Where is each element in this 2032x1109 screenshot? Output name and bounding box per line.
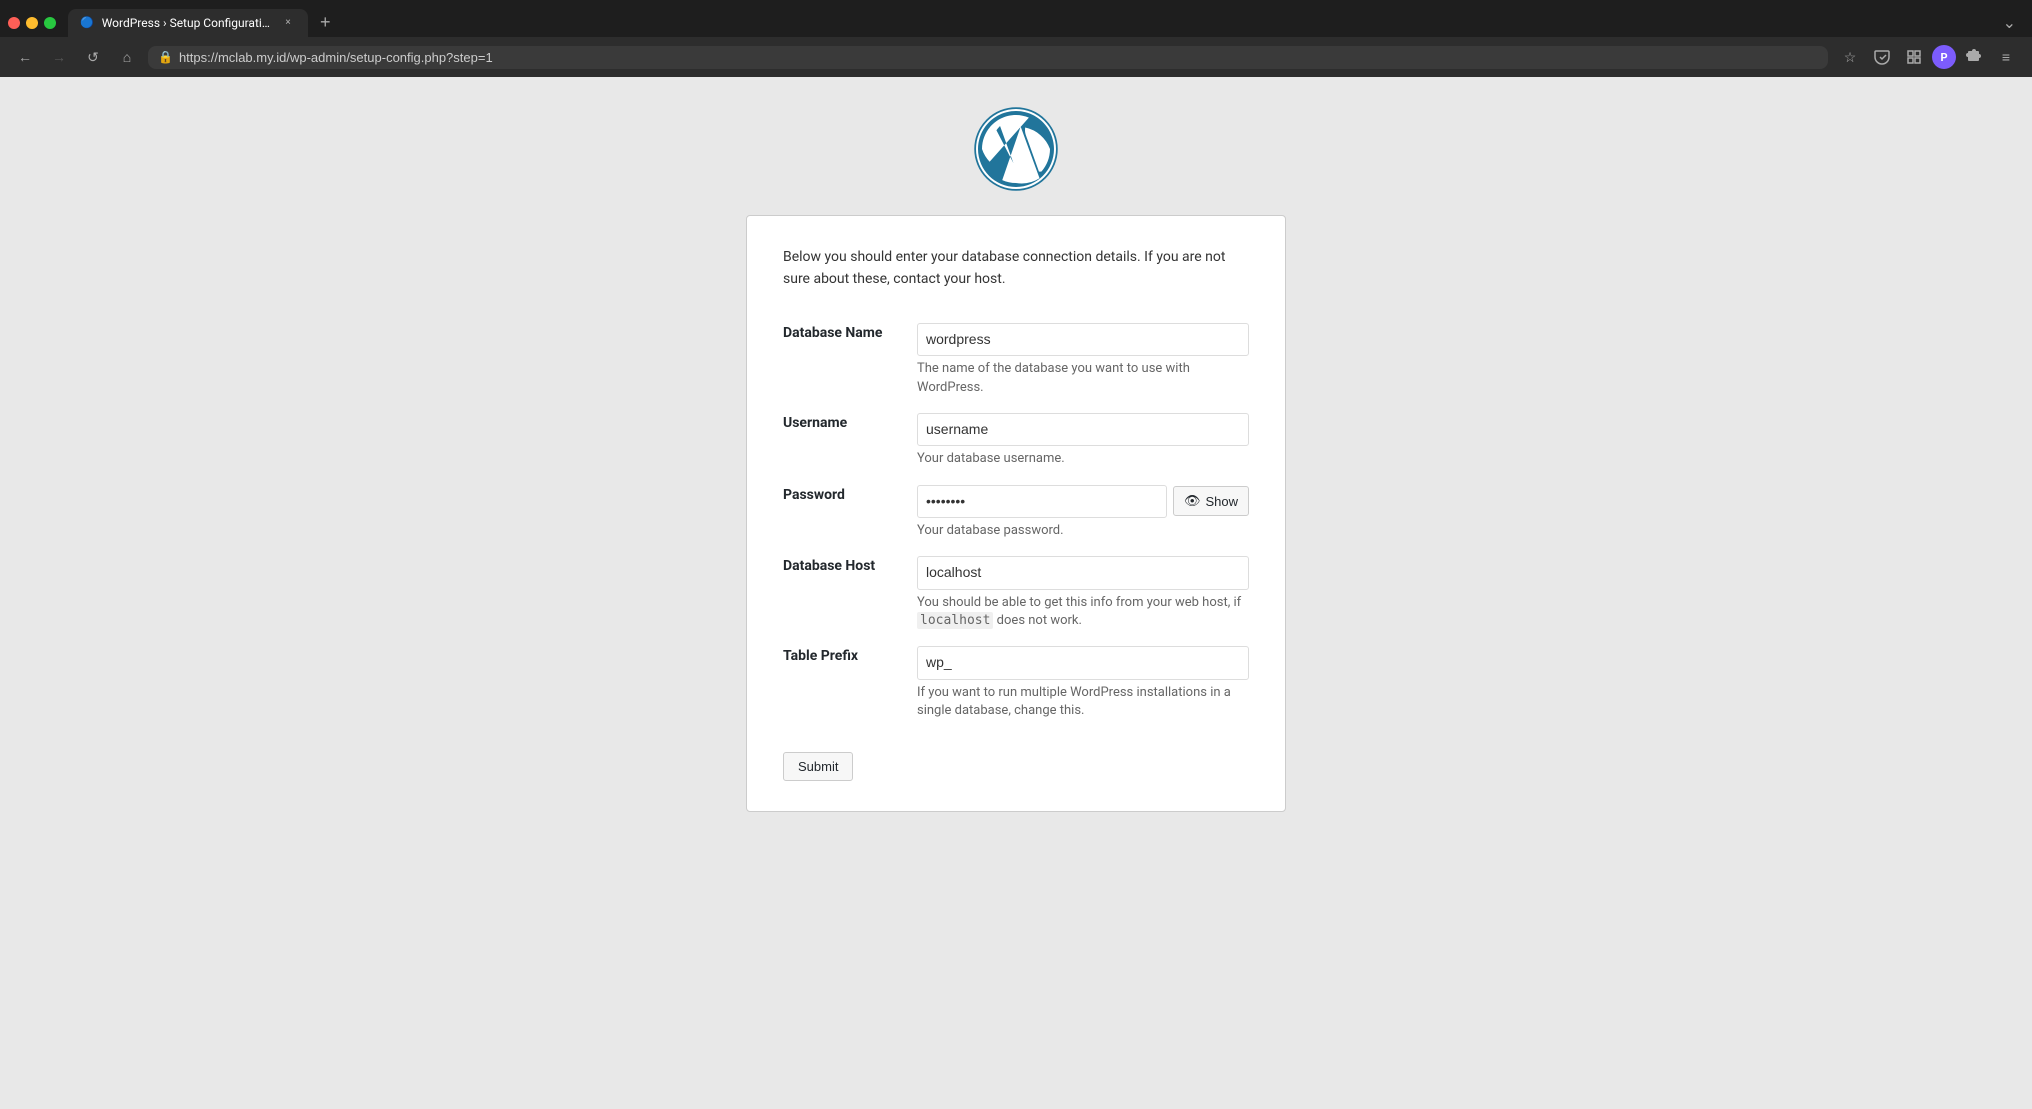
username-cell: Your database username. — [913, 405, 1249, 477]
url-input[interactable] — [179, 50, 1818, 65]
close-window-button[interactable] — [8, 17, 20, 29]
nav-actions: ☆ P ≡ — [1836, 43, 2020, 71]
profile-avatar[interactable]: P — [1932, 45, 1956, 69]
tab-title: WordPress › Setup Configuration Fi… — [102, 16, 272, 30]
forward-button: → — [46, 44, 72, 70]
fullscreen-window-button[interactable] — [44, 17, 56, 29]
db-host-input[interactable] — [917, 556, 1249, 590]
password-cell: 👁 Show Your database password. — [913, 477, 1249, 549]
menu-button[interactable]: ≡ — [1992, 43, 2020, 71]
reload-button[interactable]: ↺ — [80, 44, 106, 70]
submit-wrap: Submit — [783, 748, 1249, 781]
show-password-button[interactable]: 👁 Show — [1173, 486, 1249, 516]
form-container: Below you should enter your database con… — [746, 215, 1286, 812]
intro-text: Below you should enter your database con… — [783, 246, 1249, 291]
form-table: Database Name The name of the database y… — [783, 315, 1249, 728]
container-button[interactable] — [1900, 43, 1928, 71]
tab-favicon: 🔵 — [80, 16, 94, 29]
tab-overflow-button[interactable]: ⌄ — [1995, 9, 2024, 36]
browser-chrome: 🔵 WordPress › Setup Configuration Fi… × … — [0, 0, 2032, 77]
password-desc: Your database password. — [917, 522, 1249, 540]
password-input[interactable] — [917, 485, 1167, 519]
password-row: Password 👁 Show Your database — [783, 477, 1249, 549]
eye-icon: 👁 — [1184, 493, 1201, 509]
wordpress-logo — [974, 107, 1058, 195]
show-button-label: Show — [1205, 494, 1238, 509]
username-label: Username — [783, 405, 913, 477]
db-host-cell: You should be able to get this info from… — [913, 548, 1249, 638]
password-input-row: 👁 Show — [917, 485, 1249, 519]
address-bar[interactable]: 🔒 — [148, 46, 1828, 69]
traffic-lights — [8, 17, 56, 29]
username-input[interactable] — [917, 413, 1249, 447]
back-button[interactable]: ← — [12, 44, 38, 70]
tab-close-button[interactable]: × — [280, 15, 296, 31]
table-prefix-cell: If you want to run multiple WordPress in… — [913, 638, 1249, 728]
page-content: Below you should enter your database con… — [0, 77, 2032, 1109]
active-tab[interactable]: 🔵 WordPress › Setup Configuration Fi… × — [68, 9, 308, 37]
bookmark-button[interactable]: ☆ — [1836, 43, 1864, 71]
table-prefix-input[interactable] — [917, 646, 1249, 680]
table-prefix-row: Table Prefix If you want to run multiple… — [783, 638, 1249, 728]
nav-bar: ← → ↺ ⌂ 🔒 ☆ P ≡ — [0, 37, 2032, 77]
db-host-row: Database Host You should be able to get … — [783, 548, 1249, 638]
db-name-cell: The name of the database you want to use… — [913, 315, 1249, 405]
submit-button[interactable]: Submit — [783, 752, 853, 781]
db-name-input[interactable] — [917, 323, 1249, 357]
password-input-wrap — [917, 485, 1167, 519]
tab-bar: 🔵 WordPress › Setup Configuration Fi… × … — [0, 0, 2032, 37]
lock-icon: 🔒 — [158, 50, 173, 64]
extensions-button[interactable] — [1960, 43, 1988, 71]
pocket-button[interactable] — [1868, 43, 1896, 71]
db-name-label: Database Name — [783, 315, 913, 405]
db-host-label: Database Host — [783, 548, 913, 638]
username-desc: Your database username. — [917, 450, 1249, 468]
table-prefix-label: Table Prefix — [783, 638, 913, 728]
db-host-desc: You should be able to get this info from… — [917, 594, 1249, 630]
username-row: Username Your database username. — [783, 405, 1249, 477]
db-name-row: Database Name The name of the database y… — [783, 315, 1249, 405]
minimize-window-button[interactable] — [26, 17, 38, 29]
password-label: Password — [783, 477, 913, 549]
table-prefix-desc: If you want to run multiple WordPress in… — [917, 684, 1249, 720]
db-name-desc: The name of the database you want to use… — [917, 360, 1249, 396]
home-button[interactable]: ⌂ — [114, 44, 140, 70]
new-tab-button[interactable]: + — [312, 8, 339, 37]
